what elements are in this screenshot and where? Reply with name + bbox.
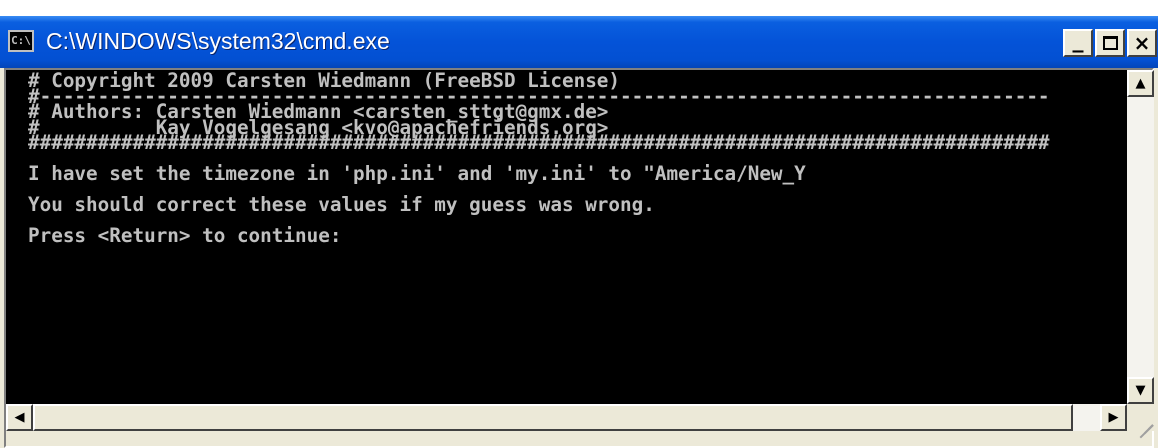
console-output[interactable]: # Copyright 2009 Carsten Wiedmann (FreeB…	[6, 70, 1127, 404]
scroll-left-button[interactable]: ◀	[6, 404, 33, 431]
close-button[interactable]: ×	[1127, 29, 1157, 57]
maximize-button[interactable]	[1095, 29, 1125, 57]
horizontal-scrollbar[interactable]: ◀ ▶	[6, 404, 1127, 431]
vertical-scrollbar[interactable]: ▲ ▼	[1127, 70, 1154, 404]
resize-grip[interactable]	[1127, 404, 1154, 439]
console-icon[interactable]: C:\	[8, 30, 34, 52]
console-line: I have set the timezone in 'php.ini' and…	[28, 162, 806, 185]
console-line: ########################################…	[28, 131, 1050, 154]
scroll-down-button[interactable]: ▼	[1127, 377, 1154, 404]
console-line: Press <Return> to continue:	[28, 224, 342, 247]
scroll-right-button[interactable]: ▶	[1100, 404, 1127, 431]
window-title: C:\WINDOWS\system32\cmd.exe	[46, 28, 390, 54]
minimize-button[interactable]: _	[1063, 29, 1093, 57]
horizontal-scroll-thumb[interactable]	[33, 404, 1073, 431]
cmd-window: C:\ C:\WINDOWS\system32\cmd.exe _ × # Co…	[0, 16, 1158, 448]
grip-line	[1148, 424, 1154, 430]
console-area: # Copyright 2009 Carsten Wiedmann (FreeB…	[4, 68, 1154, 448]
maximize-icon	[1103, 36, 1118, 50]
scroll-up-button[interactable]: ▲	[1127, 70, 1154, 97]
title-bar[interactable]: C:\ C:\WINDOWS\system32\cmd.exe _ ×	[0, 16, 1158, 68]
console-line: You should correct these values if my gu…	[28, 193, 655, 216]
